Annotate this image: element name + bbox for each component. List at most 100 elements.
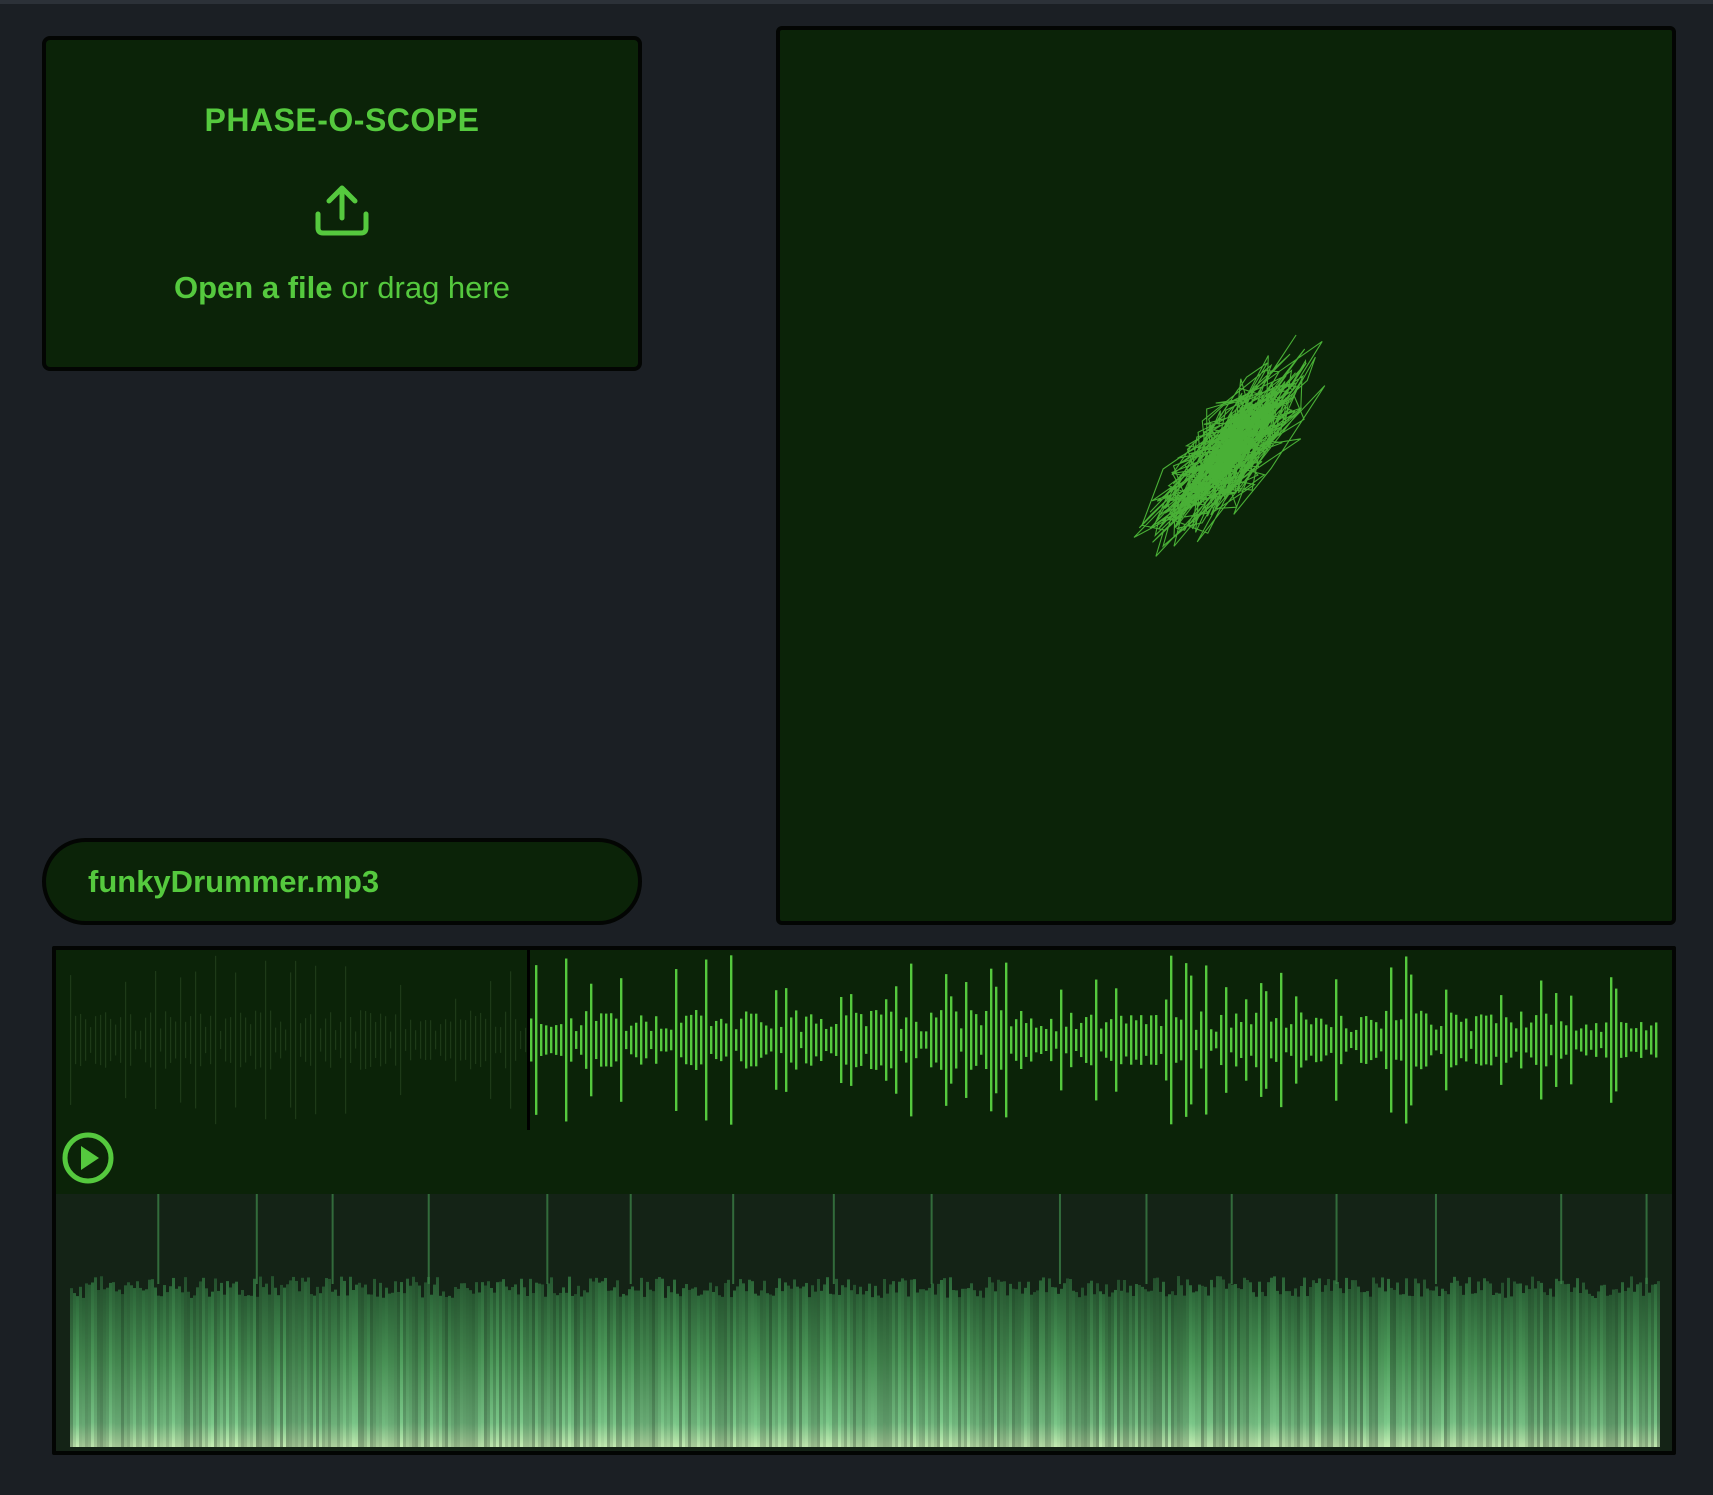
spectrogram-column <box>1645 1277 1648 1447</box>
spectrogram-column <box>1381 1277 1384 1447</box>
spectrogram-column <box>400 1282 403 1447</box>
waveform-bar <box>1370 1019 1373 1061</box>
spectrogram-column <box>1174 1295 1177 1447</box>
spectrogram-column <box>445 1297 448 1447</box>
spectrogram-column <box>250 1295 253 1447</box>
spectrogram-column <box>343 1280 346 1447</box>
spectrogram-column <box>727 1279 730 1447</box>
waveform-bar <box>690 1014 693 1066</box>
waveform-bar <box>950 996 953 1084</box>
waveform-bar <box>535 965 538 1115</box>
waveform-bar <box>270 1010 272 1070</box>
spectrogram-column <box>232 1283 235 1447</box>
waveform-bar <box>1390 967 1393 1113</box>
waveform-bar <box>550 1026 553 1054</box>
play-button[interactable] <box>61 1131 115 1185</box>
spectrogram-column <box>1555 1278 1558 1447</box>
spectrogram-column <box>922 1289 925 1447</box>
spectrogram-column <box>505 1286 508 1447</box>
waveform-bar <box>1170 955 1173 1125</box>
waveform-bar <box>185 1021 187 1059</box>
waveform-bar <box>620 978 623 1102</box>
spectrogram-column <box>346 1295 349 1447</box>
waveform-bar <box>1335 979 1338 1101</box>
spectrogram-column <box>1582 1282 1585 1447</box>
waveform-bar <box>1240 1022 1243 1058</box>
spectrogram-column <box>1153 1278 1156 1447</box>
waveform-bar <box>1585 1024 1588 1056</box>
spectrogram-column <box>427 1277 430 1447</box>
spectrogram-column <box>1603 1284 1606 1447</box>
waveform-bar <box>195 971 197 1109</box>
spectrogram-column <box>1513 1281 1516 1447</box>
waveform-bar <box>370 1013 372 1067</box>
waveform-display[interactable] <box>56 950 1672 1130</box>
spectrogram-column <box>1348 1289 1351 1447</box>
spectrogram-column <box>265 1283 268 1447</box>
lissajous-plot <box>1133 334 1326 557</box>
upload-icon[interactable] <box>312 180 372 240</box>
spectrogram-column <box>271 1276 274 1447</box>
waveform-bar <box>1095 979 1098 1101</box>
waveform-bar <box>935 1017 938 1063</box>
waveform-bar <box>710 1026 713 1054</box>
spectrogram-column <box>685 1284 688 1447</box>
spectrogram-column <box>1249 1282 1252 1447</box>
spectrogram-column <box>889 1284 892 1447</box>
spectrogram-column <box>214 1278 217 1447</box>
waveform-bar <box>1590 1030 1593 1050</box>
spectrogram-column <box>1270 1277 1273 1447</box>
spectrogram-column <box>1162 1281 1165 1447</box>
spectrogram-column <box>595 1277 598 1447</box>
waveform-bar <box>345 966 347 1114</box>
spectrogram-column <box>139 1287 142 1447</box>
spectrogram-column <box>463 1283 466 1447</box>
waveform-bar <box>1630 1028 1633 1052</box>
waveform-bar <box>500 1027 502 1053</box>
spectrogram-column <box>895 1292 898 1447</box>
playhead-cursor[interactable] <box>527 950 530 1130</box>
spectrogram-column <box>1537 1281 1540 1447</box>
spectrogram-column <box>112 1282 115 1447</box>
waveform-bar <box>985 1010 988 1070</box>
waveform-bar <box>285 1029 287 1051</box>
waveform-bar <box>110 1018 112 1062</box>
waveform-bar <box>420 1021 422 1059</box>
file-dropzone[interactable]: PHASE-O-SCOPE Open a file or drag here <box>42 36 642 371</box>
open-file-link[interactable]: Open a file <box>174 270 332 305</box>
spectrogram-column <box>1657 1281 1660 1447</box>
waveform-bar <box>1180 1019 1183 1061</box>
waveform-bar <box>1110 1019 1113 1061</box>
spectrogram-column <box>820 1290 823 1447</box>
waveform-bar <box>945 974 948 1106</box>
waveform-bar <box>180 977 182 1103</box>
waveform-bar <box>660 1028 663 1052</box>
waveform-bar <box>1555 993 1558 1087</box>
spectrogram-column <box>370 1294 373 1447</box>
waveform-bar <box>1015 1019 1018 1061</box>
spectrogram-column <box>1486 1281 1489 1447</box>
spectrogram-column <box>451 1297 454 1447</box>
spectrogram-column <box>700 1294 703 1447</box>
spectrogram-column <box>676 1293 679 1447</box>
spectrogram-column <box>1648 1292 1651 1447</box>
spectrogram-column <box>1639 1282 1642 1447</box>
spectrogram-column <box>160 1296 163 1447</box>
waveform-bar <box>575 1031 578 1049</box>
waveform-bar <box>870 1010 873 1070</box>
spectrogram-column <box>1147 1291 1150 1447</box>
spectrogram-transient <box>427 1194 430 1284</box>
waveform-bar <box>560 1024 563 1056</box>
spectrogram-column <box>1618 1292 1621 1447</box>
spectrogram-column <box>781 1291 784 1447</box>
waveform-bar <box>400 984 402 1096</box>
spectrogram-column <box>1099 1291 1102 1447</box>
spectrogram-column <box>1231 1284 1234 1447</box>
spectrogram-column <box>592 1281 595 1447</box>
waveform-bar <box>165 1011 167 1069</box>
waveform-bar <box>720 1018 723 1062</box>
spectrogram-column <box>808 1297 811 1447</box>
spectrogram-column <box>187 1291 190 1447</box>
waveform-bar <box>245 1017 247 1063</box>
waveform-bar <box>455 998 457 1082</box>
